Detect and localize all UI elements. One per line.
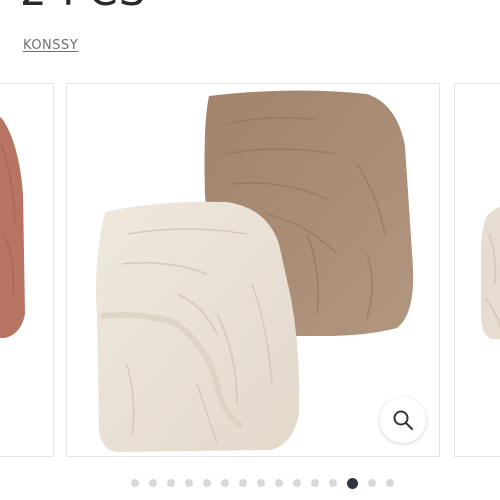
- pagination-dot[interactable]: [328, 479, 337, 487]
- gallery-pagination: [0, 475, 500, 491]
- cream-sheet-image: [481, 206, 500, 339]
- gallery-slide-current[interactable]: [66, 83, 440, 457]
- pagination-dot[interactable]: [166, 479, 175, 487]
- pagination-dot[interactable]: [292, 479, 301, 487]
- zoom-button[interactable]: [380, 397, 426, 443]
- terracotta-sheet-image: [0, 117, 25, 338]
- gallery-slide-next[interactable]: [454, 83, 500, 457]
- gallery-slide-previous[interactable]: [0, 83, 54, 457]
- pagination-dot[interactable]: [220, 479, 229, 487]
- magnifier-icon: [393, 410, 413, 430]
- pagination-dot[interactable]: [148, 479, 157, 487]
- pagination-dot[interactable]: [256, 479, 265, 487]
- pagination-dot[interactable]: [274, 479, 283, 487]
- pagination-dot[interactable]: [385, 479, 394, 487]
- pagination-dot[interactable]: [238, 479, 247, 487]
- pagination-dot[interactable]: [130, 479, 139, 487]
- pagination-dot[interactable]: [184, 479, 193, 487]
- pagination-dot[interactable]: [367, 479, 376, 487]
- pagination-dot-active[interactable]: [346, 477, 358, 489]
- product-title: 2 PCS: [20, 0, 146, 12]
- fitted-sheets-image: [96, 90, 414, 452]
- pagination-dot[interactable]: [202, 479, 211, 487]
- pagination-dot[interactable]: [310, 479, 319, 487]
- vendor-link[interactable]: KONSSY: [23, 38, 78, 53]
